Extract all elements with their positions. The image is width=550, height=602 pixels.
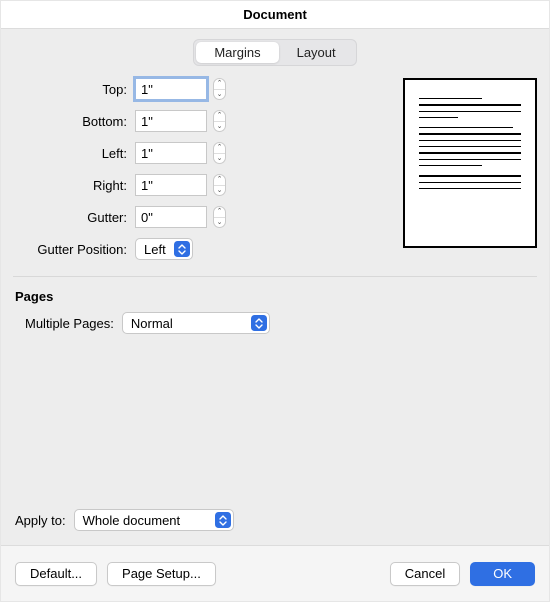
content-area: Margins Layout Top: ⌃ ⌄ Bottom: — [1, 29, 549, 545]
stepper-down-icon[interactable]: ⌄ — [214, 90, 225, 100]
stepper-up-icon[interactable]: ⌃ — [214, 175, 225, 186]
stepper-up-icon[interactable]: ⌃ — [214, 143, 225, 154]
page-setup-button[interactable]: Page Setup... — [107, 562, 216, 586]
gutter-position-value: Left — [144, 242, 166, 257]
ok-button[interactable]: OK — [470, 562, 535, 586]
bottom-margin-row: Bottom: ⌃ ⌄ — [13, 110, 385, 132]
right-label: Right: — [13, 178, 135, 193]
footer: Default... Page Setup... Cancel OK — [1, 545, 549, 601]
tab-layout[interactable]: Layout — [279, 42, 354, 63]
pages-heading: Pages — [15, 289, 537, 304]
multiple-pages-value: Normal — [131, 316, 173, 331]
stepper-down-icon[interactable]: ⌄ — [214, 218, 225, 228]
bottom-input[interactable] — [135, 110, 207, 132]
tabs-container: Margins Layout — [13, 39, 537, 66]
top-stepper[interactable]: ⌃ ⌄ — [213, 78, 226, 100]
stepper-down-icon[interactable]: ⌄ — [214, 154, 225, 164]
multiple-pages-label: Multiple Pages: — [25, 316, 114, 331]
chevrons-icon — [215, 512, 231, 528]
top-margin-row: Top: ⌃ ⌄ — [13, 78, 385, 100]
segmented-control: Margins Layout — [193, 39, 356, 66]
default-button[interactable]: Default... — [15, 562, 97, 586]
margin-fields: Top: ⌃ ⌄ Bottom: ⌃ ⌄ Left: — [13, 78, 385, 270]
right-input[interactable] — [135, 174, 207, 196]
document-dialog: Document Margins Layout Top: ⌃ ⌄ — [0, 0, 550, 602]
stepper-up-icon[interactable]: ⌃ — [214, 207, 225, 218]
window-title: Document — [243, 7, 307, 22]
chevrons-icon — [174, 241, 190, 257]
cancel-button[interactable]: Cancel — [390, 562, 460, 586]
left-input[interactable] — [135, 142, 207, 164]
gutter-position-label: Gutter Position: — [13, 242, 135, 257]
left-label: Left: — [13, 146, 135, 161]
multiple-pages-popup[interactable]: Normal — [122, 312, 270, 334]
left-margin-row: Left: ⌃ ⌄ — [13, 142, 385, 164]
top-label: Top: — [13, 82, 135, 97]
page-preview — [403, 78, 537, 248]
spacer — [13, 334, 537, 509]
stepper-down-icon[interactable]: ⌄ — [214, 186, 225, 196]
right-stepper[interactable]: ⌃ ⌄ — [213, 174, 226, 196]
title-bar: Document — [1, 1, 549, 29]
gutter-input[interactable] — [135, 206, 207, 228]
apply-to-popup[interactable]: Whole document — [74, 509, 234, 531]
apply-to-row: Apply to: Whole document — [15, 509, 537, 531]
top-input[interactable] — [135, 78, 207, 100]
left-stepper[interactable]: ⌃ ⌄ — [213, 142, 226, 164]
tab-margins[interactable]: Margins — [196, 42, 278, 63]
gutter-stepper[interactable]: ⌃ ⌄ — [213, 206, 226, 228]
gutter-label: Gutter: — [13, 210, 135, 225]
pages-section: Pages Multiple Pages: Normal — [13, 289, 537, 334]
chevrons-icon — [251, 315, 267, 331]
divider — [13, 276, 537, 277]
apply-to-value: Whole document — [83, 513, 181, 528]
gutter-position-row: Gutter Position: Left — [13, 238, 385, 260]
stepper-up-icon[interactable]: ⌃ — [214, 79, 225, 90]
gutter-row: Gutter: ⌃ ⌄ — [13, 206, 385, 228]
multiple-pages-row: Multiple Pages: Normal — [25, 312, 537, 334]
stepper-up-icon[interactable]: ⌃ — [214, 111, 225, 122]
apply-to-label: Apply to: — [15, 513, 66, 528]
bottom-stepper[interactable]: ⌃ ⌄ — [213, 110, 226, 132]
bottom-label: Bottom: — [13, 114, 135, 129]
gutter-position-popup[interactable]: Left — [135, 238, 193, 260]
margins-section: Top: ⌃ ⌄ Bottom: ⌃ ⌄ Left: — [13, 78, 537, 270]
stepper-down-icon[interactable]: ⌄ — [214, 122, 225, 132]
right-margin-row: Right: ⌃ ⌄ — [13, 174, 385, 196]
